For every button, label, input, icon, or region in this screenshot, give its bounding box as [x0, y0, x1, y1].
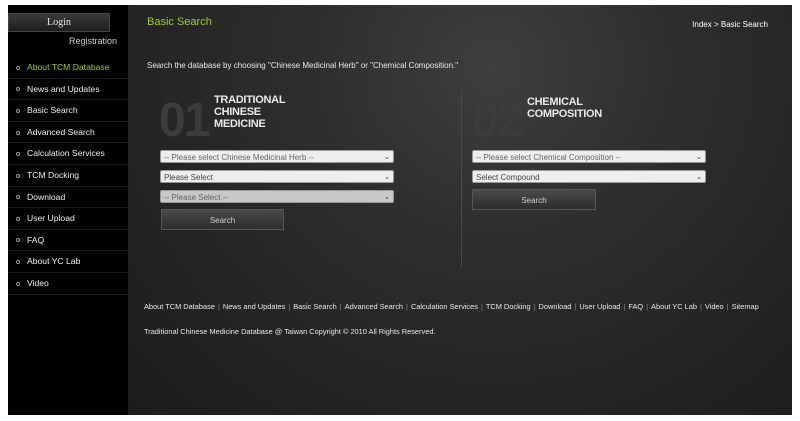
circle-bullet-icon [16, 238, 20, 243]
select-value: -- Please Select -- [164, 193, 229, 202]
sidebar-item-label: Calculation Services [27, 148, 105, 159]
panel-title-chemical: CHEMICAL COMPOSITION [527, 96, 602, 120]
footer-links: About TCM Database | News and Updates | Basi… [144, 300, 764, 313]
circle-bullet-icon [16, 260, 20, 265]
footer-link[interactable]: About YC Lab [651, 302, 697, 311]
sidebar-item-user-upload[interactable]: User Upload [8, 208, 128, 230]
sidebar-item-label: About TCM Database [27, 62, 110, 72]
footer-separator: | [574, 302, 577, 311]
sidebar-item-faq[interactable]: FAQ [8, 230, 128, 252]
panel-title-line: COMPOSITION [527, 108, 602, 120]
registration-link[interactable]: Registration [69, 36, 117, 46]
breadcrumb[interactable]: Index > Basic Search [692, 20, 768, 29]
footer-link[interactable]: TCM Docking [486, 302, 531, 311]
sidebar-item-download[interactable]: Download [8, 187, 128, 209]
chevron-down-icon: ⌄ [696, 154, 702, 161]
footer-separator: | [726, 302, 729, 311]
chemical-composition-select[interactable]: -- Please select Chemical Composition --… [472, 150, 706, 163]
footer-link[interactable]: FAQ [628, 302, 643, 311]
sidebar-item-calculation-services[interactable]: Calculation Services [8, 143, 128, 165]
copyright-text: Traditional Chinese Medicine Database @ … [144, 327, 436, 336]
footer-link[interactable]: Video [705, 302, 724, 311]
footer-link[interactable]: User Upload [579, 302, 620, 311]
footer-separator: | [533, 302, 536, 311]
sidebar-item-label: Basic Search [27, 105, 78, 116]
footer-separator: | [217, 302, 220, 311]
panel-number-01: 01 [159, 94, 210, 147]
sidebar-item-basic-search[interactable]: Basic Search [8, 100, 128, 122]
sidebar-item-label: About YC Lab [27, 256, 81, 267]
panel-number-02: 02 [472, 94, 523, 147]
sidebar-nav: About TCM Database News and Updates Basi… [8, 57, 128, 295]
select-value: -- Please select Chinese Medicinal Herb … [164, 153, 314, 162]
main-content: Basic Search Index > Basic Search Search… [128, 5, 792, 415]
sidebar: Login Registration About TCM Database Ne… [8, 5, 128, 415]
panel-title-line: CHEMICAL [527, 96, 583, 108]
compound-select[interactable]: Select Compound ⌄ [472, 170, 706, 183]
footer-link[interactable]: News and Updates [223, 302, 285, 311]
footer-separator: | [339, 302, 342, 311]
circle-bullet-icon [16, 108, 20, 113]
sidebar-item-label: Download [27, 191, 66, 202]
herb-select[interactable]: -- Please select Chinese Medicinal Herb … [160, 150, 394, 163]
sidebar-item-label: User Upload [27, 213, 75, 224]
circle-bullet-icon [16, 65, 20, 70]
footer-separator: | [623, 302, 626, 311]
footer-link[interactable]: Download [539, 302, 572, 311]
tcm-search-button[interactable]: Search [161, 209, 284, 230]
page-frame: Login Registration About TCM Database Ne… [8, 5, 792, 415]
circle-bullet-icon [16, 152, 20, 157]
footer-separator: | [699, 302, 702, 311]
panel-title-tcm: TRADITIONAL CHINESE MEDICINE [214, 94, 286, 130]
chevron-down-icon: ⌄ [384, 174, 390, 181]
footer-separator: | [646, 302, 649, 311]
footer-link[interactable]: Advanced Search [345, 302, 403, 311]
circle-bullet-icon [16, 130, 20, 135]
sidebar-item-advanced-search[interactable]: Advanced Search [8, 122, 128, 144]
select-value: Select Compound [476, 173, 540, 182]
circle-bullet-icon [16, 173, 20, 178]
chevron-down-icon: ⌄ [384, 194, 390, 201]
sidebar-item-label: News and Updates [27, 83, 100, 94]
chevron-down-icon: ⌄ [696, 174, 702, 181]
footer-link[interactable]: Basic Search [293, 302, 337, 311]
footer-separator: | [480, 302, 483, 311]
sidebar-item-about-yc-lab[interactable]: About YC Lab [8, 251, 128, 273]
panel-title-line: CHINESE [214, 106, 261, 118]
circle-bullet-icon [16, 281, 20, 286]
sidebar-item-label: Advanced Search [27, 126, 95, 137]
footer-link[interactable]: Calculation Services [411, 302, 478, 311]
chemical-search-button[interactable]: Search [472, 189, 596, 210]
panel-divider [461, 92, 462, 267]
sidebar-item-news-and-updates[interactable]: News and Updates [8, 79, 128, 101]
panel-title-line: MEDICINE [214, 118, 266, 130]
select-value: Please Select [164, 173, 213, 182]
intro-text: Search the database by choosing "Chinese… [147, 61, 459, 70]
sidebar-item-label: TCM Docking [27, 169, 80, 180]
sidebar-item-about-tcm-database[interactable]: About TCM Database [8, 57, 128, 79]
sidebar-item-tcm-docking[interactable]: TCM Docking [8, 165, 128, 187]
footer-link[interactable]: Sitemap [732, 302, 759, 311]
circle-bullet-icon [16, 216, 20, 221]
footer-separator: | [406, 302, 408, 311]
footer-link[interactable]: About TCM Database [144, 302, 215, 311]
footer-separator: | [288, 302, 291, 311]
circle-bullet-icon [16, 87, 20, 92]
sidebar-item-label: FAQ [27, 234, 45, 245]
select-value: -- Please select Chemical Composition -- [476, 153, 621, 162]
sidebar-item-video[interactable]: Video [8, 273, 128, 295]
circle-bullet-icon [16, 195, 20, 200]
tertiary-select[interactable]: -- Please Select -- ⌄ [160, 190, 394, 203]
sidebar-item-label: Video [27, 277, 49, 288]
page-title: Basic Search [147, 16, 212, 28]
login-button[interactable]: Login [8, 13, 110, 32]
secondary-select[interactable]: Please Select ⌄ [160, 170, 394, 183]
panel-title-line: TRADITIONAL [214, 94, 286, 106]
chevron-down-icon: ⌄ [384, 154, 390, 161]
